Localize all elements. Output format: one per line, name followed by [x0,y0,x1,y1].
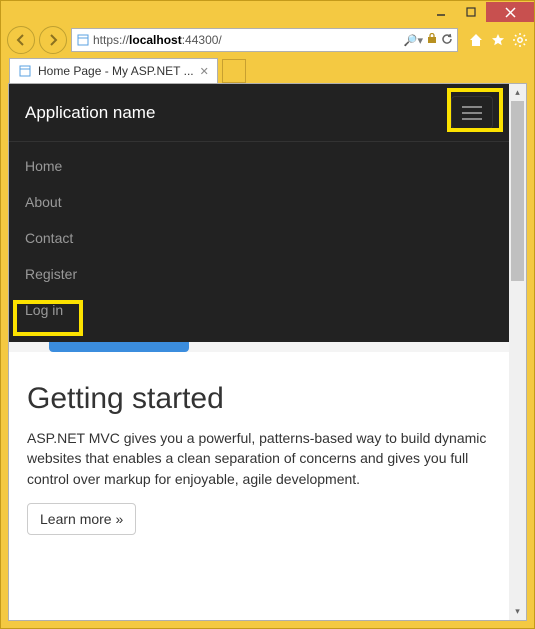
nav-item-register[interactable]: Register [9,256,509,292]
browser-tab[interactable]: Home Page - My ASP.NET ... ✕ [9,58,218,83]
page-viewport: Application name Home About Contact Regi… [8,83,527,621]
learn-more-button[interactable]: Learn more » [27,503,136,535]
forward-button[interactable] [39,26,67,54]
navbar-toggle-button[interactable] [451,96,493,129]
hamburger-bar-icon [462,106,482,108]
refresh-button[interactable] [441,33,453,48]
tab-title: Home Page - My ASP.NET ... [38,64,194,78]
search-dropdown-icon[interactable]: 🔎▾ [404,34,423,47]
navbar-header: Application name [9,84,509,142]
home-icon[interactable] [468,32,484,48]
page-content: Application name Home About Contact Regi… [9,84,509,620]
address-bar[interactable]: https://localhost:44300/ 🔎▾ [71,28,458,52]
window-minimize-button[interactable] [426,2,456,22]
navbar-menu: Home About Contact Register Log in [9,142,509,342]
back-button[interactable] [7,26,35,54]
window-close-button[interactable] [486,2,534,22]
site-icon [76,33,90,47]
window-maximize-button[interactable] [456,2,486,22]
nav-item-login[interactable]: Log in [9,292,509,328]
section-paragraph: ASP.NET MVC gives you a powerful, patter… [27,428,491,489]
nav-item-home[interactable]: Home [9,148,509,184]
scroll-up-button[interactable]: ▴ [509,84,526,101]
favorites-icon[interactable] [490,32,506,48]
scroll-track[interactable] [509,281,526,603]
nav-item-contact[interactable]: Contact [9,220,509,256]
nav-item-about[interactable]: About [9,184,509,220]
hamburger-bar-icon [462,118,482,120]
app-navbar: Application name Home About Contact Regi… [9,84,509,342]
section-heading: Getting started [27,382,491,416]
vertical-scrollbar[interactable]: ▴ ▾ [509,84,526,620]
hamburger-bar-icon [462,112,482,114]
settings-icon[interactable] [512,32,528,48]
lock-icon [427,33,437,47]
address-text: https://localhost:44300/ [93,33,401,47]
new-tab-button[interactable] [222,59,246,83]
main-content: Getting started ASP.NET MVC gives you a … [9,352,509,545]
browser-window: https://localhost:44300/ 🔎▾ [0,0,535,629]
navbar-brand[interactable]: Application name [25,103,155,123]
toolbar-icons [462,32,528,48]
browser-toolbar: https://localhost:44300/ 🔎▾ [1,23,534,57]
tab-favicon [18,64,32,78]
scroll-down-button[interactable]: ▾ [509,603,526,620]
tab-close-button[interactable]: ✕ [200,65,209,78]
scroll-thumb[interactable] [511,101,524,281]
tab-strip: Home Page - My ASP.NET ... ✕ [1,57,534,83]
window-titlebar [1,1,534,23]
jumbotron-button-peek [9,342,509,352]
